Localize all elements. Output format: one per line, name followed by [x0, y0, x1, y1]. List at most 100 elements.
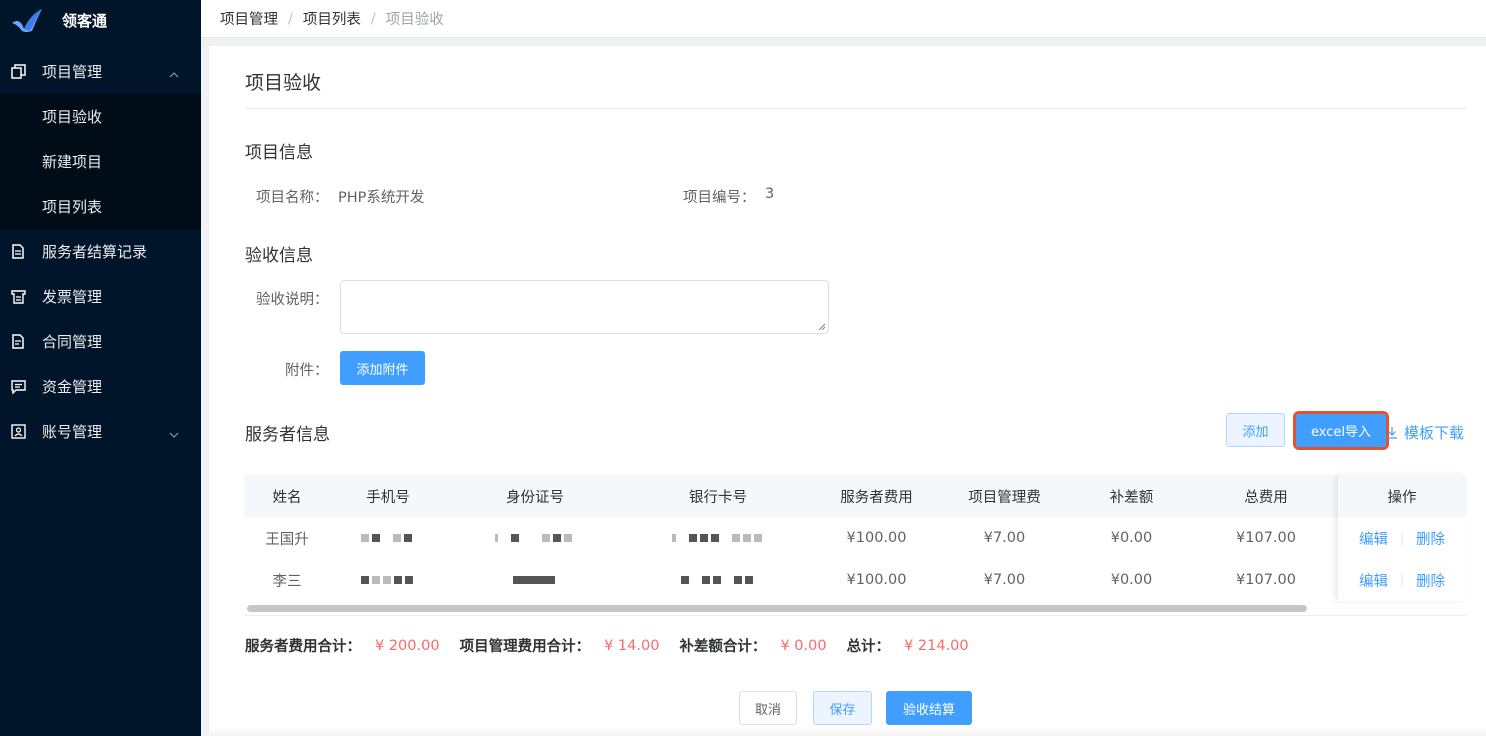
table-row: 李三 ¥100.00 ¥7.00 ¥0.00 ¥107.00	[244, 559, 1466, 601]
provider-table: 姓名 手机号 身份证号 银行卡号 服务者费用 项目管理费 补差额 总费用 王国升…	[244, 475, 1466, 601]
sidebar-item-label: 资金管理	[42, 378, 103, 396]
fee-total-value: ¥ 200.00	[375, 637, 440, 654]
section-title-acceptance-info: 验收信息	[245, 246, 313, 266]
row-actions: 编辑 | 删除	[1338, 517, 1466, 559]
cell-total: ¥107.00	[1236, 572, 1296, 588]
main-content: 项目验收 项目信息 项目名称： PHP系统开发 项目编号： 3 验收信息 验收说…	[209, 46, 1486, 736]
breadcrumb-separator: /	[370, 10, 376, 27]
sidebar-item-label: 项目验收	[42, 108, 103, 126]
diff-total-label: 补差额合计：	[679, 639, 767, 655]
cell-diff: ¥0.00	[1110, 530, 1153, 546]
sidebar-item-fund-management[interactable]: 资金管理	[0, 364, 201, 409]
delete-button[interactable]: 删除	[1416, 528, 1445, 549]
template-download-label: 模板下载	[1404, 424, 1465, 442]
sidebar-item-label: 新建项目	[42, 153, 103, 171]
sidebar-item-project-acceptance[interactable]: 项目验收	[0, 94, 201, 139]
mgmt-total-label: 项目管理费用合计：	[459, 639, 591, 655]
divider	[245, 108, 1467, 109]
project-name-value: PHP系统开发	[338, 190, 425, 206]
save-button[interactable]: 保存	[813, 691, 872, 725]
row-actions: 编辑 | 删除	[1338, 559, 1466, 601]
cell-diff: ¥0.00	[1110, 572, 1153, 588]
table-horizontal-scrollbar[interactable]	[244, 602, 1466, 616]
cell-bank-redacted	[624, 517, 812, 559]
cell-id-redacted	[446, 559, 624, 601]
table-row: 王国升 ¥100.00 ¥7.00 ¥0.00 ¥107.00	[244, 517, 1466, 559]
cell-name: 王国升	[265, 531, 309, 548]
sidebar-item-label: 账号管理	[42, 423, 103, 441]
action-separator: |	[1399, 531, 1405, 545]
cell-fee: ¥100.00	[846, 572, 907, 588]
delete-button[interactable]: 删除	[1416, 570, 1445, 591]
column-header: 补差额	[1109, 489, 1154, 506]
fixed-actions-column: 操作 编辑 | 删除 编辑 | 删除	[1338, 475, 1466, 601]
grand-total-label: 总计：	[846, 639, 891, 655]
section-title-project-info: 项目信息	[245, 143, 313, 163]
account-icon	[10, 424, 26, 440]
sidebar-item-label: 项目管理	[42, 63, 103, 81]
resize-grip-icon[interactable]	[818, 323, 826, 331]
breadcrumb-item[interactable]: 项目管理	[220, 8, 278, 29]
cell-id-redacted	[446, 517, 624, 559]
excel-import-button[interactable]: excel导入	[1293, 411, 1389, 450]
sidebar-item-account-management[interactable]: 账号管理	[0, 409, 201, 454]
edit-button[interactable]: 编辑	[1359, 570, 1388, 591]
column-header: 项目管理费	[968, 489, 1041, 506]
column-header: 总费用	[1244, 489, 1288, 506]
sidebar-item-settlement-records[interactable]: 服务者结算记录	[0, 229, 201, 274]
logo-icon	[12, 9, 42, 32]
add-attachment-button[interactable]: 添加附件	[340, 351, 425, 385]
action-separator: |	[1399, 573, 1405, 587]
app-name: 领客通	[62, 11, 108, 30]
diff-total-value: ¥ 0.00	[780, 637, 827, 654]
column-header: 银行卡号	[689, 489, 747, 506]
breadcrumb: 项目管理 / 项目列表 / 项目验收	[201, 0, 1486, 38]
footer-shadow	[209, 726, 1486, 736]
grand-total-value: ¥ 214.00	[904, 637, 969, 654]
attachment-label: 附件：	[285, 363, 329, 379]
column-header: 操作	[1338, 475, 1466, 517]
cell-fee: ¥100.00	[846, 530, 907, 546]
document-icon	[10, 244, 26, 260]
chevron-down-icon	[169, 424, 179, 442]
download-icon	[1386, 426, 1398, 439]
breadcrumb-separator: /	[288, 10, 293, 27]
sidebar-item-label: 发票管理	[42, 288, 103, 306]
section-title-provider-info: 服务者信息	[245, 425, 330, 445]
sidebar-item-new-project[interactable]: 新建项目	[0, 139, 201, 184]
cancel-button[interactable]: 取消	[739, 691, 797, 725]
copy-icon	[10, 64, 26, 80]
breadcrumb-item-current: 项目验收	[385, 12, 444, 28]
page-title: 项目验收	[245, 72, 322, 94]
template-download-link[interactable]: 模板下载	[1386, 422, 1464, 443]
cell-bank-redacted	[624, 559, 812, 601]
sidebar-item-project-management[interactable]: 项目管理	[0, 49, 201, 94]
cell-phone-redacted	[330, 517, 446, 559]
table-header: 姓名 手机号 身份证号 银行卡号 服务者费用 项目管理费 补差额 总费用	[244, 475, 1466, 517]
sidebar-item-label: 服务者结算记录	[42, 243, 148, 261]
sidebar-item-project-list[interactable]: 项目列表	[0, 184, 201, 229]
sidebar-item-contract-management[interactable]: 合同管理	[0, 319, 201, 364]
sidebar-item-invoice-management[interactable]: 发票管理	[0, 274, 201, 319]
project-number-value: 3	[765, 186, 775, 202]
logo[interactable]: 领客通	[0, 0, 201, 40]
acceptance-desc-textarea[interactable]	[340, 280, 829, 334]
column-header: 服务者费用	[840, 489, 913, 506]
cell-mgmt-fee: ¥7.00	[983, 572, 1026, 588]
cell-mgmt-fee: ¥7.00	[983, 530, 1026, 546]
settle-button[interactable]: 验收结算	[886, 691, 972, 725]
add-provider-button[interactable]: 添加	[1226, 413, 1285, 447]
chevron-up-icon	[169, 64, 179, 82]
scrollbar-thumb[interactable]	[247, 605, 1307, 612]
contract-icon	[10, 334, 26, 350]
column-header: 姓名	[272, 489, 302, 506]
summary-bar: 服务者费用合计： ¥ 200.00 项目管理费用合计： ¥ 14.00 补差额合…	[245, 635, 989, 656]
sidebar-item-label: 合同管理	[42, 333, 103, 351]
breadcrumb-item[interactable]: 项目列表	[303, 8, 361, 29]
mgmt-total-value: ¥ 14.00	[604, 637, 660, 654]
edit-button[interactable]: 编辑	[1359, 528, 1388, 549]
fee-total-label: 服务者费用合计：	[245, 639, 361, 655]
cell-total: ¥107.00	[1236, 530, 1296, 546]
project-number-label: 项目编号：	[683, 190, 756, 206]
invoice-icon	[10, 289, 26, 305]
